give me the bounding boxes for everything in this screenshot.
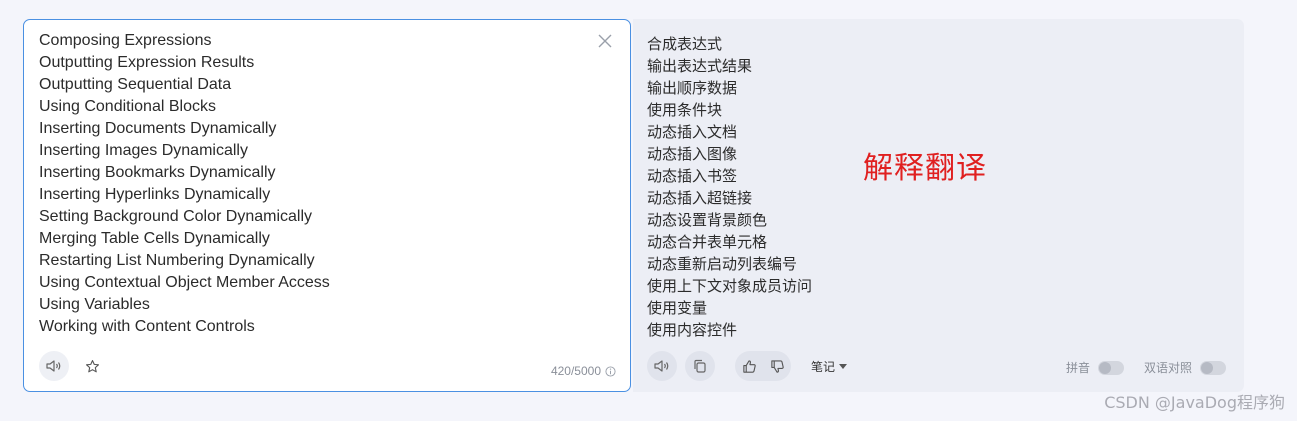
close-icon [598, 34, 612, 48]
translation-line: 动态插入超链接 [647, 189, 753, 207]
dislike-button[interactable] [769, 351, 785, 381]
pinyin-toggle-group: 拼音 [1066, 359, 1124, 376]
chevron-down-icon [839, 363, 848, 369]
translation-line: 动态插入图像 [647, 145, 738, 163]
thumbs-down-icon [770, 359, 784, 373]
character-count-value: 420/5000 [550, 364, 601, 378]
source-line: Working with Content Controls [39, 318, 255, 335]
pinyin-label: 拼音 [1065, 361, 1090, 375]
bilingual-toggle[interactable] [1200, 360, 1226, 375]
translation-line: 使用上下文对象成员访问 [647, 277, 813, 295]
translation-line: 动态重新启动列表编号 [647, 255, 798, 273]
source-line: Inserting Hyperlinks Dynamically [39, 186, 271, 203]
clear-text-button[interactable] [596, 32, 614, 50]
info-icon[interactable] [605, 365, 616, 377]
notes-dropdown-button[interactable]: 笔记 [811, 358, 848, 375]
translation-line: 使用条件块 [647, 101, 723, 119]
bilingual-toggle-group: 双语对照 [1144, 359, 1226, 376]
source-line: Restarting List Numbering Dynamically [39, 252, 315, 269]
translation-line: 使用变量 [647, 299, 708, 317]
translation-line: 动态合并表单元格 [647, 233, 768, 251]
translation-text-list: 合成表达式 输出表达式结果 输出顺序数据 使用条件块 动态插入文档 动态插入图像… [647, 33, 812, 341]
translation-speak-button[interactable] [647, 351, 677, 381]
source-line: Setting Background Color Dynamically [39, 208, 313, 225]
copy-icon [694, 359, 706, 373]
source-line: Merging Table Cells Dynamically [39, 230, 270, 247]
source-speak-button[interactable] [39, 351, 69, 381]
character-count: 420/5000 [551, 364, 616, 378]
source-line: Using Variables [39, 296, 150, 313]
watermark-text: CSDN @JavaDog程序狗 [1104, 393, 1285, 412]
translation-line: 动态插入文档 [647, 123, 738, 141]
source-line: Inserting Bookmarks Dynamically [39, 164, 276, 181]
source-line: Using Contextual Object Member Access [39, 274, 330, 291]
like-button[interactable] [741, 351, 757, 381]
source-line: Inserting Images Dynamically [39, 142, 248, 159]
speaker-icon [654, 360, 669, 372]
thumbs-up-icon [742, 359, 756, 373]
translation-line: 合成表达式 [647, 35, 723, 53]
source-line: Inserting Documents Dynamically [39, 120, 277, 137]
translation-line: 输出表达式结果 [647, 57, 753, 75]
source-text-panel[interactable]: Composing Expressions Outputting Express… [23, 19, 631, 392]
source-text-list[interactable]: Composing Expressions Outputting Express… [39, 30, 330, 338]
translation-line: 使用内容控件 [647, 321, 738, 339]
source-line: Outputting Expression Results [39, 54, 255, 71]
source-line: Composing Expressions [39, 32, 212, 49]
translation-result-panel: 合成表达式 输出表达式结果 输出顺序数据 使用条件块 动态插入文档 动态插入图像… [633, 19, 1244, 392]
translation-line: 动态插入书签 [647, 167, 738, 185]
speaker-icon [46, 360, 61, 372]
source-line: Using Conditional Blocks [39, 98, 216, 115]
source-line: Outputting Sequential Data [39, 76, 232, 93]
translation-line: 输出顺序数据 [647, 79, 738, 97]
translation-line: 动态设置背景颜色 [647, 211, 768, 229]
notes-label: 笔记 [811, 359, 836, 374]
favorite-button[interactable] [79, 351, 105, 381]
star-icon [85, 359, 99, 372]
copy-button[interactable] [685, 351, 715, 381]
red-annotation-label: 解释翻译 [863, 151, 987, 186]
pinyin-toggle[interactable] [1097, 360, 1124, 375]
feedback-group [735, 351, 791, 381]
bilingual-label: 双语对照 [1143, 361, 1192, 375]
